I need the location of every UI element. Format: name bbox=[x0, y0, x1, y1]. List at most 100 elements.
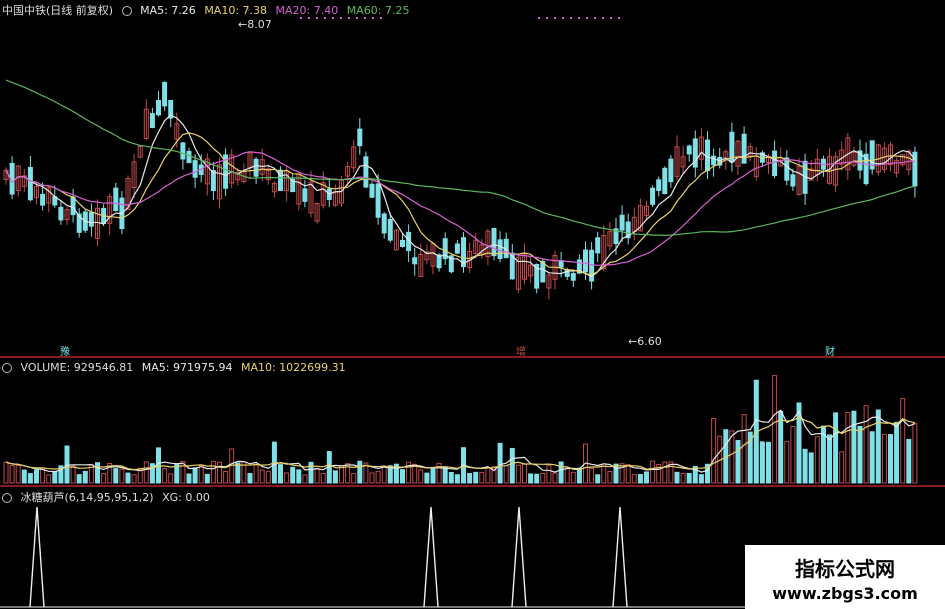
candle-body bbox=[363, 156, 369, 188]
volume-bar bbox=[485, 467, 491, 484]
volume-bar bbox=[833, 412, 839, 484]
volume-bar bbox=[15, 464, 21, 484]
candle-body bbox=[595, 237, 601, 254]
signal-dot bbox=[562, 17, 564, 19]
ma60-label: MA60: 7.25 bbox=[346, 4, 410, 17]
volume-bar bbox=[320, 473, 326, 484]
volume-bar bbox=[564, 467, 570, 484]
volume-bar bbox=[400, 469, 405, 484]
volume-bar bbox=[595, 474, 601, 484]
candle-body bbox=[400, 239, 405, 247]
candle-body bbox=[558, 260, 564, 268]
volume-bar bbox=[430, 467, 436, 484]
volume-bar bbox=[198, 464, 204, 484]
candle-body bbox=[741, 133, 747, 164]
signal-spike bbox=[511, 506, 527, 608]
ma20-line bbox=[5, 151, 915, 266]
candle-body bbox=[387, 219, 393, 241]
volume-bar bbox=[741, 414, 747, 484]
signal-dot bbox=[546, 17, 548, 19]
volume-bar bbox=[82, 470, 88, 484]
candle-body bbox=[162, 81, 168, 107]
volume-bar bbox=[711, 417, 717, 484]
volume-bar bbox=[906, 438, 912, 484]
low-price-marker: ←6.60 bbox=[628, 335, 662, 348]
volume-bar bbox=[332, 470, 338, 484]
site-watermark: 指标公式网 www.zbgs3.com bbox=[745, 545, 945, 609]
volume-bar bbox=[168, 473, 174, 484]
volume-header: VOLUME: 929546.81 MA5: 971975.94 MA10: 1… bbox=[2, 361, 351, 374]
candle-body bbox=[149, 113, 155, 128]
indicator-settings-icon[interactable] bbox=[2, 493, 12, 503]
volume-bar bbox=[839, 451, 845, 484]
volume-bar bbox=[52, 471, 58, 484]
candle-body bbox=[88, 212, 94, 227]
volume-bar bbox=[540, 472, 546, 484]
candle-body bbox=[70, 196, 76, 216]
candle-body bbox=[491, 227, 497, 257]
volume-bar bbox=[827, 434, 832, 484]
volume-settings-icon[interactable] bbox=[2, 363, 12, 373]
volume-bar bbox=[802, 448, 808, 484]
volume-bar bbox=[156, 447, 161, 484]
signal-spike bbox=[29, 506, 45, 608]
volume-bar bbox=[204, 473, 210, 484]
volume-bar bbox=[418, 469, 424, 484]
volume-bar bbox=[772, 375, 778, 484]
signal-dot bbox=[618, 17, 620, 19]
candle-body bbox=[570, 273, 576, 281]
volume-label: VOLUME: 929546.81 bbox=[20, 361, 134, 374]
price-chart-panel[interactable]: 中国中铁(日线 前复权) MA5: 7.26 MA10: 7.38 MA20: … bbox=[0, 0, 945, 358]
volume-bar bbox=[869, 431, 875, 484]
volume-bar bbox=[881, 433, 887, 484]
volume-bar bbox=[650, 460, 656, 484]
volume-chart[interactable] bbox=[0, 358, 945, 485]
volume-bar bbox=[9, 465, 15, 484]
volume-bar bbox=[686, 472, 692, 484]
volume-bar bbox=[192, 467, 198, 484]
volume-bar bbox=[351, 473, 357, 484]
candle-body bbox=[27, 166, 33, 201]
candle-body bbox=[58, 206, 64, 221]
volume-bar bbox=[851, 410, 857, 484]
volume-bar bbox=[217, 461, 222, 484]
volume-bar bbox=[119, 468, 125, 484]
volume-bar bbox=[296, 469, 302, 484]
candle-body bbox=[497, 239, 503, 259]
volume-bar bbox=[186, 473, 192, 484]
candle-body bbox=[40, 193, 46, 206]
volume-bar bbox=[302, 474, 308, 484]
candle-body bbox=[357, 128, 363, 147]
volume-bar bbox=[503, 465, 509, 484]
volume-chart-panel[interactable]: VOLUME: 929546.81 MA5: 971975.94 MA10: 1… bbox=[0, 358, 945, 485]
volume-bar bbox=[558, 461, 564, 484]
volume-bar bbox=[442, 466, 448, 484]
indicator-label: 冰糖葫芦(6,14,95,95,1,2) bbox=[20, 491, 154, 504]
volume-bar bbox=[790, 425, 796, 484]
candle-body bbox=[619, 214, 625, 231]
candle-body bbox=[650, 187, 656, 205]
xg-label: XG: 0.00 bbox=[162, 491, 210, 504]
volume-bar bbox=[290, 466, 296, 484]
volume-bar bbox=[766, 441, 771, 484]
volume-bar bbox=[857, 425, 863, 484]
volume-bar bbox=[162, 468, 168, 484]
settings-circle-icon[interactable] bbox=[121, 6, 132, 16]
volume-bar bbox=[259, 469, 265, 484]
candle-body bbox=[192, 160, 198, 178]
candle-body bbox=[711, 155, 717, 166]
volume-bar bbox=[278, 464, 283, 484]
candle-body bbox=[180, 142, 186, 160]
volume-bar bbox=[528, 473, 534, 484]
volume-bar bbox=[894, 421, 900, 484]
indicator-header: 冰糖葫芦(6,14,95,95,1,2) XG: 0.00 bbox=[2, 489, 215, 505]
volume-bar bbox=[900, 398, 906, 484]
volume-bar bbox=[64, 445, 70, 484]
volume-bar bbox=[875, 409, 881, 484]
candlestick-chart[interactable] bbox=[0, 0, 945, 356]
volume-bar bbox=[210, 460, 216, 484]
volume-bar bbox=[3, 461, 9, 484]
volume-bar bbox=[570, 471, 576, 484]
volume-bar bbox=[479, 471, 485, 484]
volume-bar bbox=[637, 473, 643, 484]
